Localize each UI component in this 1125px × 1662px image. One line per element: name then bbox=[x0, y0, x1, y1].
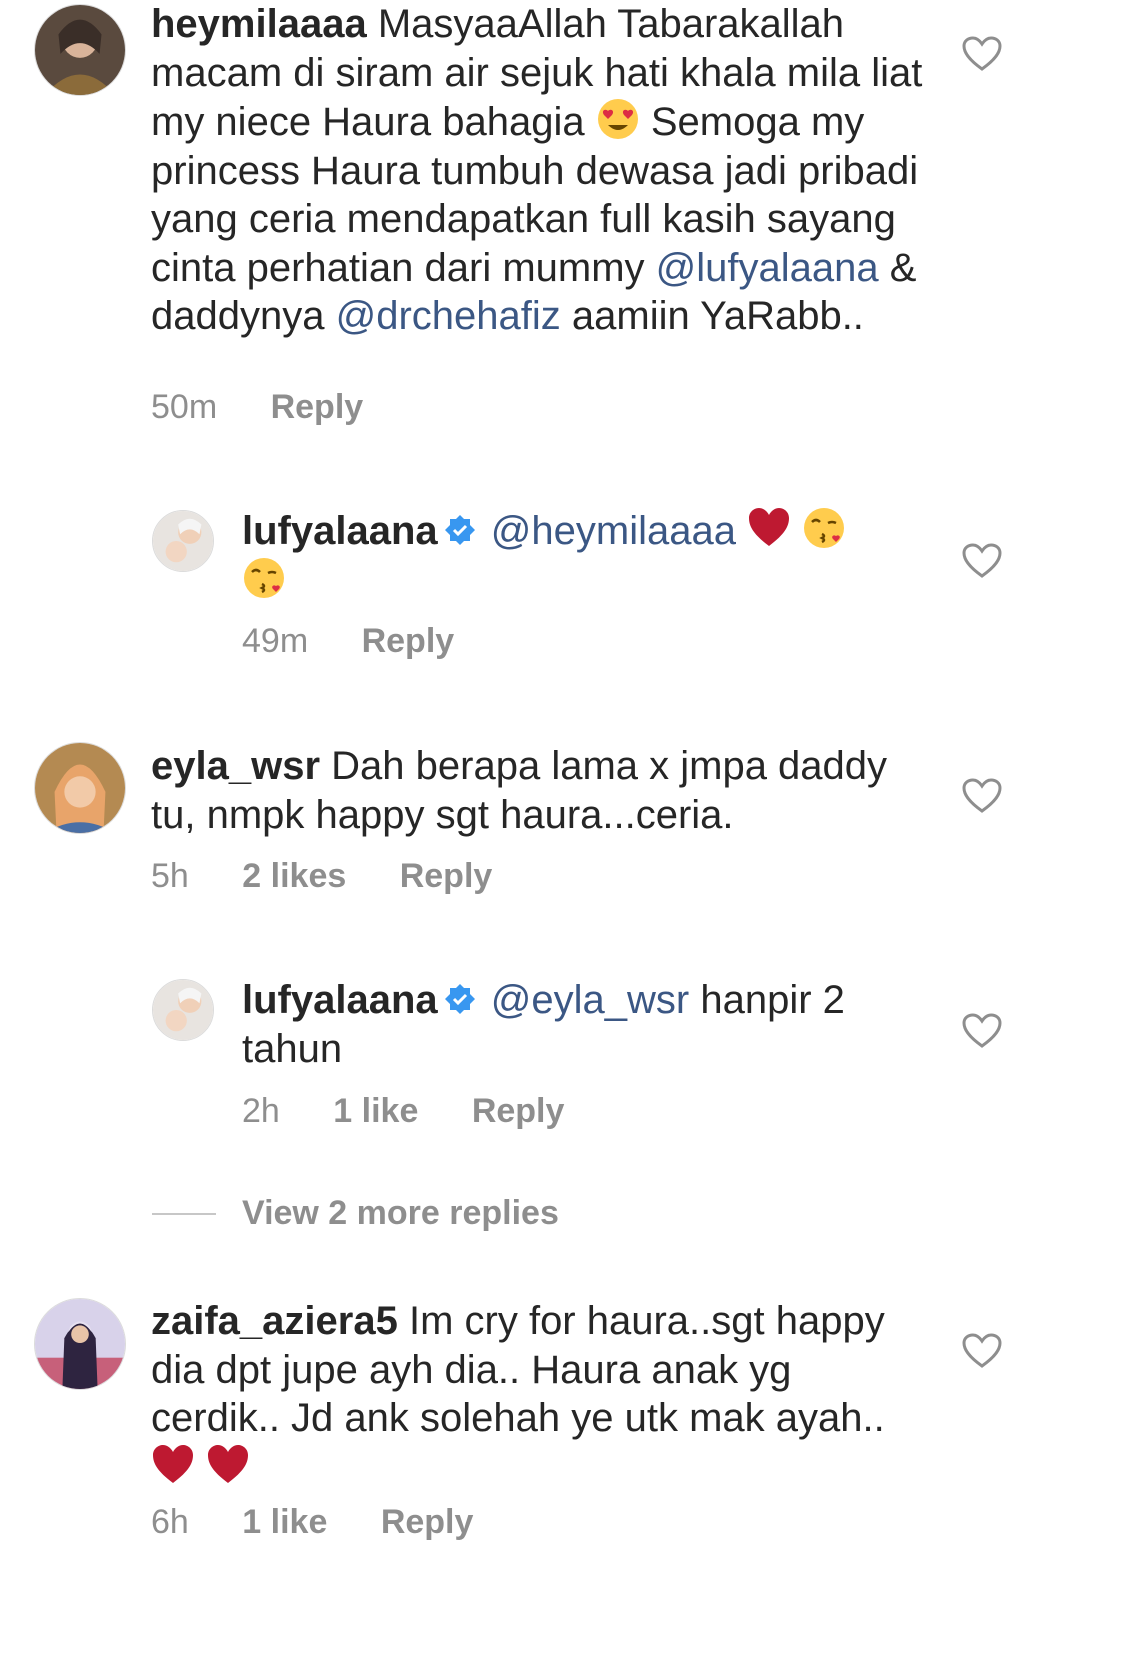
timestamp: 49m bbox=[242, 622, 309, 660]
kissing-face-emoji-icon bbox=[244, 557, 284, 598]
reply-button[interactable]: Reply bbox=[271, 388, 364, 426]
likes-count[interactable]: 1 like bbox=[333, 1092, 418, 1130]
comment-meta: 2h 1 like Reply bbox=[242, 1092, 608, 1131]
mention-link[interactable]: @eyla_wsr bbox=[491, 978, 689, 1022]
timestamp: 6h bbox=[151, 1503, 189, 1541]
kissing-face-emoji-icon bbox=[804, 508, 845, 548]
verified-badge-icon bbox=[444, 515, 475, 545]
like-heart-icon[interactable] bbox=[962, 778, 1002, 814]
mention-link[interactable]: @lufyalaana bbox=[656, 246, 879, 290]
username[interactable]: eyla_wsr bbox=[151, 744, 320, 788]
comment-text: lufyalaana @heymilaaaa bbox=[242, 506, 882, 605]
comment-meta: 49m Reply bbox=[242, 622, 498, 661]
like-heart-icon[interactable] bbox=[962, 543, 1002, 579]
username[interactable]: heymilaaaa bbox=[151, 2, 367, 46]
avatar[interactable] bbox=[34, 1298, 126, 1390]
username[interactable]: lufyalaana bbox=[242, 978, 438, 1022]
comment-meta: 5h 2 likes Reply bbox=[151, 857, 536, 896]
view-more-divider bbox=[152, 1213, 216, 1215]
reply-button[interactable]: Reply bbox=[472, 1092, 565, 1130]
like-heart-icon[interactable] bbox=[962, 36, 1002, 72]
avatar[interactable] bbox=[152, 510, 214, 572]
like-heart-icon[interactable] bbox=[962, 1013, 1002, 1049]
red-heart-emoji-icon bbox=[749, 508, 790, 546]
comment-meta: 6h 1 like Reply bbox=[151, 1503, 517, 1542]
reply-button[interactable]: Reply bbox=[400, 857, 493, 895]
timestamp: 5h bbox=[151, 857, 189, 895]
comment-text: zaifa_aziera5 Im cry for haura..sgt happ… bbox=[151, 1297, 931, 1492]
avatar[interactable] bbox=[152, 979, 214, 1041]
timestamp: 2h bbox=[242, 1092, 280, 1130]
username[interactable]: lufyalaana bbox=[242, 509, 438, 553]
like-heart-icon[interactable] bbox=[962, 1333, 1002, 1369]
likes-count[interactable]: 2 likes bbox=[242, 857, 346, 895]
red-heart-emoji-icon bbox=[208, 1444, 249, 1483]
comment-text: eyla_wsr Dah berapa lama x jmpa daddy tu… bbox=[151, 744, 888, 837]
reply-button[interactable]: Reply bbox=[362, 622, 455, 660]
username[interactable]: zaifa_aziera5 bbox=[151, 1299, 398, 1343]
view-more-replies-button[interactable]: View 2 more replies bbox=[242, 1194, 559, 1233]
red-heart-emoji-icon bbox=[153, 1444, 193, 1483]
verified-badge-icon bbox=[444, 984, 475, 1014]
comment-text: lufyalaana @eyla_wsr hanpir 2 tahun bbox=[242, 978, 845, 1071]
avatar[interactable] bbox=[34, 742, 126, 834]
reply-button[interactable]: Reply bbox=[381, 1503, 474, 1541]
mention-link[interactable]: @heymilaaaa bbox=[491, 509, 736, 553]
mention-link[interactable]: @drchehafiz bbox=[336, 294, 561, 338]
heart-eyes-emoji-icon bbox=[597, 99, 638, 139]
comment-meta: 50m Reply bbox=[151, 388, 407, 427]
likes-count[interactable]: 1 like bbox=[242, 1503, 327, 1541]
comment-text: heymilaaaa MasyaaAllah Tabarakallah maca… bbox=[151, 2, 923, 338]
avatar[interactable] bbox=[34, 4, 126, 96]
timestamp: 50m bbox=[151, 388, 218, 426]
